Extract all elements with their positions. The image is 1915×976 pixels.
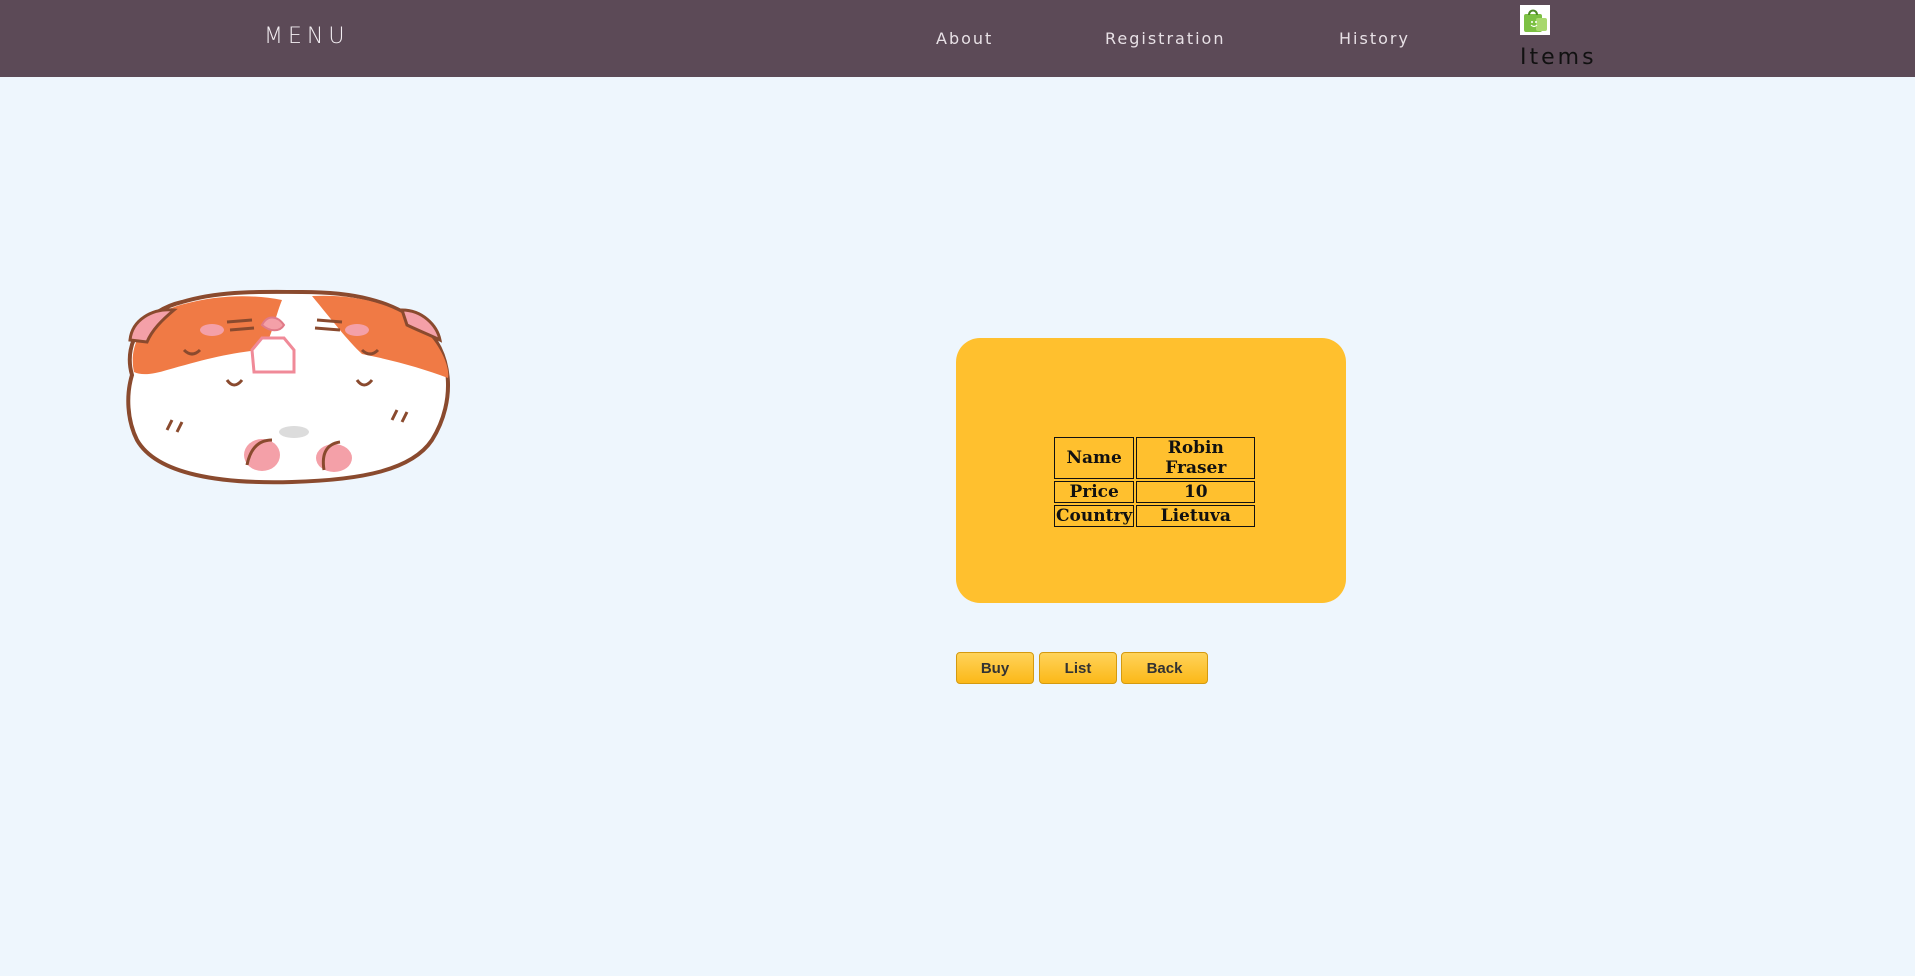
shopping-bag-icon[interactable]: [1520, 5, 1550, 35]
price-label: Price: [1054, 481, 1135, 503]
table-row: Name Robin Fraser: [1054, 437, 1256, 479]
nav-link-about[interactable]: About: [936, 29, 993, 48]
items-label[interactable]: Items: [1520, 45, 1597, 70]
name-value: Robin Fraser: [1136, 437, 1256, 479]
table-row: Price 10: [1054, 481, 1256, 503]
country-value: Lietuva: [1136, 505, 1256, 527]
back-button[interactable]: Back: [1121, 652, 1208, 684]
name-label: Name: [1054, 437, 1135, 479]
list-button[interactable]: List: [1039, 652, 1117, 684]
nav-link-items[interactable]: Items: [1520, 5, 1600, 71]
item-card: Name Robin Fraser Price 10 Country Lietu…: [956, 338, 1346, 603]
nav-link-registration[interactable]: Registration: [1105, 29, 1225, 48]
top-navbar: MENU About Registration History Items: [0, 0, 1915, 77]
hamster-illustration: [112, 280, 462, 495]
table-row: Country Lietuva: [1054, 505, 1256, 527]
buy-button[interactable]: Buy: [956, 652, 1034, 684]
nav-link-history[interactable]: History: [1339, 29, 1410, 48]
country-label: Country: [1054, 505, 1135, 527]
menu-brand[interactable]: MENU: [264, 24, 349, 49]
item-details-table: Name Robin Fraser Price 10 Country Lietu…: [1052, 435, 1257, 529]
price-value: 10: [1136, 481, 1256, 503]
